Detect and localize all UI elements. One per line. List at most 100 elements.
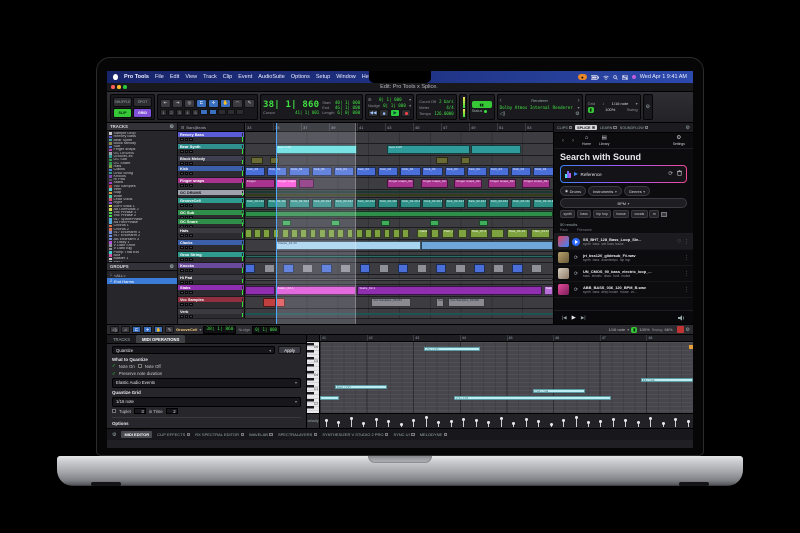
audio-clip[interactable]: Kick_04 (378, 167, 398, 176)
audio-clip[interactable] (291, 229, 298, 238)
audio-clip[interactable]: Finger snaps_02-19 (488, 179, 516, 188)
audio-clip[interactable] (402, 229, 409, 238)
nav-library[interactable]: ▤Library (599, 136, 609, 146)
audio-clip[interactable] (245, 255, 553, 258)
audio-clip[interactable] (302, 264, 312, 273)
audio-clip[interactable]: Kick_02-19-MIDI (489, 199, 509, 208)
midi-strength-pill[interactable]: ▮ (631, 327, 637, 333)
audio-clip[interactable]: Kick_04 (467, 167, 487, 176)
track-mini-button[interactable] (185, 172, 189, 175)
audio-clip[interactable] (245, 286, 275, 295)
tuplet-n-field[interactable]: 3 (134, 408, 146, 414)
timeline-ruler[interactable]: ⊟Bars|Beats 3335373941434547495153 (178, 123, 553, 132)
track-lane[interactable] (245, 219, 553, 227)
grid-note-select[interactable]: 1/16 note▾ (112, 397, 301, 407)
loop-icon[interactable]: ⟳ (572, 271, 580, 277)
audio-clip[interactable]: Kick_02-19-MIDI (400, 199, 420, 208)
track-header[interactable]: Hats (178, 228, 245, 239)
track-header[interactable]: Bear Synth (178, 144, 245, 155)
pack-art[interactable] (558, 268, 569, 279)
menu-item[interactable]: Options (291, 74, 310, 80)
playhead[interactable] (276, 123, 277, 324)
scrub-tool[interactable]: ◠ (232, 99, 243, 108)
zoom-preset[interactable]: 5 (192, 109, 199, 116)
track-lane[interactable] (245, 210, 553, 218)
audio-clip[interactable] (512, 264, 522, 273)
audio-clip[interactable] (365, 229, 372, 238)
audio-clip[interactable]: Kick_02-19-MIDI (356, 199, 376, 208)
bottom-tab-toggle[interactable] (187, 433, 191, 437)
midi-note[interactable]: F5 / 106 (641, 378, 693, 382)
zoom-preset[interactable]: 3 (176, 109, 183, 116)
audio-clip[interactable] (436, 264, 446, 273)
pack-art[interactable] (558, 236, 569, 247)
apple-logo[interactable] (113, 74, 118, 80)
track-mini-button[interactable] (180, 216, 184, 218)
mode-slip[interactable]: SLIP (113, 108, 132, 118)
audio-clip[interactable] (245, 313, 553, 315)
loop-icon[interactable]: ⟳ (572, 287, 580, 293)
menu-app-name[interactable]: Pro Tools (124, 74, 149, 80)
track-lane[interactable] (245, 263, 553, 274)
track-lane[interactable] (245, 309, 553, 318)
audio-clip[interactable] (310, 229, 317, 238)
view-toggle[interactable] (227, 109, 235, 115)
track-mini-button[interactable] (189, 246, 193, 249)
bottom-tab-toggle[interactable] (411, 433, 415, 437)
track-mini-button[interactable] (185, 258, 189, 261)
track-mini-button[interactable] (189, 138, 193, 141)
pack-art[interactable] (558, 284, 569, 295)
result-row[interactable]: ⟳UN_CMOS_90_bass_electric_loop_...bassel… (554, 266, 693, 282)
recording-indicator[interactable]: ● (578, 74, 587, 80)
track-mini-button[interactable] (185, 269, 189, 272)
audio-clip[interactable] (374, 229, 381, 238)
volume-icon[interactable] (678, 315, 685, 321)
track-mini-button[interactable] (180, 172, 184, 175)
audio-clip[interactable]: Kick_02-19-MIDI (245, 199, 265, 208)
wifi-icon[interactable] (603, 75, 609, 80)
col-filename[interactable]: Filename (577, 228, 592, 232)
audio-clip[interactable]: Kick_04 (489, 167, 509, 176)
more-icon[interactable]: ⋮ (684, 239, 689, 245)
audio-clip[interactable] (347, 229, 354, 238)
audio-clip[interactable] (430, 220, 439, 226)
track-mini-button[interactable] (189, 225, 193, 227)
bottom-tab-toggle[interactable] (385, 433, 389, 437)
audio-clip[interactable] (360, 264, 370, 273)
piano-keys[interactable]: C6C5C4C3C2 (307, 342, 320, 413)
preserve-duration-checkbox[interactable]: Preserve note duration (119, 371, 162, 376)
bottom-tab-toggle[interactable] (269, 433, 273, 437)
midi-grid-note[interactable]: 1/16 note (609, 327, 626, 332)
track-mini-button[interactable] (180, 291, 184, 294)
zoomer-tool[interactable]: ◎ (184, 99, 195, 108)
view-toggle[interactable] (200, 109, 208, 115)
trim-tool[interactable]: ⊏ (196, 99, 207, 108)
previous-icon[interactable]: |◀ (562, 315, 567, 321)
track-lane[interactable]: bear 2-04bear 2-05 (245, 144, 553, 155)
tag-pill[interactable]: synth (560, 210, 575, 218)
note-off-checkbox[interactable] (138, 364, 142, 368)
track-lane[interactable] (245, 156, 553, 165)
apply-button[interactable]: Apply (278, 346, 301, 354)
audio-clip[interactable]: Kick_02-19-MIDI (445, 199, 465, 208)
track-mini-button[interactable] (180, 162, 184, 165)
audio-clip[interactable] (276, 298, 285, 307)
audio-clip[interactable] (474, 264, 484, 273)
audio-clip[interactable] (393, 229, 400, 238)
siri-icon[interactable] (632, 75, 636, 79)
audio-clip[interactable]: Kick_02-19-MIDI (267, 199, 287, 208)
audio-clip[interactable] (264, 264, 274, 273)
audio-clip[interactable]: Kick_04 (400, 167, 420, 176)
bottom-tab-sync-ui[interactable]: SYNC UI (393, 432, 414, 437)
bottom-tab-midi-editor[interactable]: MIDI EDITOR (121, 431, 152, 438)
midi-close-button[interactable] (677, 326, 684, 333)
track-mini-button[interactable] (189, 281, 193, 284)
audio-clip[interactable] (479, 220, 488, 226)
audio-clip[interactable] (282, 229, 289, 238)
track-lane[interactable] (245, 252, 553, 262)
velocity-label[interactable]: velocity (307, 414, 320, 428)
audio-clip[interactable] (421, 241, 553, 250)
track-mini-button[interactable] (185, 204, 189, 207)
tags-toggle[interactable] (661, 212, 667, 217)
close-button[interactable] (111, 85, 115, 89)
